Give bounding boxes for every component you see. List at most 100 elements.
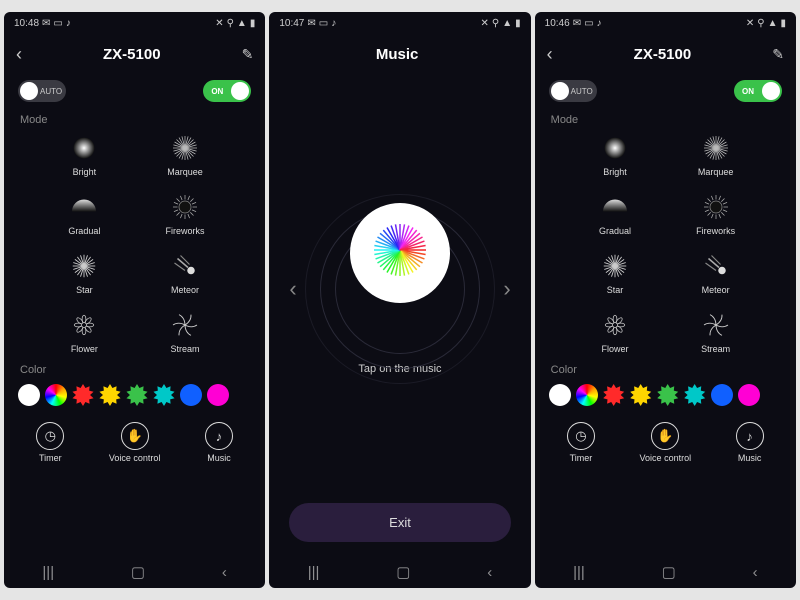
color-swatch[interactable] bbox=[630, 384, 652, 406]
color-swatch[interactable] bbox=[126, 384, 148, 406]
mode-bright[interactable]: Bright bbox=[34, 128, 135, 181]
battery-icon: ▮ bbox=[250, 18, 256, 29]
status-bar: 10:48✉▭♪ ✕⚲▲▮ bbox=[4, 12, 265, 34]
color-swatch[interactable] bbox=[180, 384, 202, 406]
auto-label: AUTO bbox=[40, 87, 62, 96]
color-swatch[interactable] bbox=[603, 384, 625, 406]
action-label: Voice control bbox=[109, 453, 161, 463]
stream-icon bbox=[169, 309, 201, 341]
mode-label: Marquee bbox=[698, 167, 734, 177]
meteor-icon bbox=[700, 250, 732, 282]
action-label: Voice control bbox=[640, 453, 692, 463]
mode-marquee[interactable]: Marquee bbox=[135, 128, 236, 181]
recent-apps-icon[interactable]: ||| bbox=[42, 564, 54, 581]
battery-icon: ▮ bbox=[515, 18, 521, 29]
color-swatch[interactable] bbox=[45, 384, 67, 406]
clock: 10:48 bbox=[14, 18, 39, 29]
color-section-label: Color bbox=[4, 358, 265, 378]
action-timer[interactable]: ◷ Timer bbox=[36, 422, 64, 463]
mode-fireworks[interactable]: Fireworks bbox=[665, 187, 766, 240]
auto-toggle[interactable]: AUTO bbox=[18, 80, 66, 102]
power-toggle[interactable]: ON bbox=[734, 80, 782, 102]
action-clap[interactable]: ✋ Voice control bbox=[109, 422, 161, 463]
mode-marquee[interactable]: Marquee bbox=[665, 128, 766, 181]
mode-section-label: Mode bbox=[4, 108, 265, 128]
gradual-icon bbox=[68, 191, 100, 223]
back-icon[interactable]: ‹ bbox=[16, 44, 22, 65]
color-swatch[interactable] bbox=[153, 384, 175, 406]
action-label: Timer bbox=[570, 453, 593, 463]
color-swatch[interactable] bbox=[738, 384, 760, 406]
auto-toggle[interactable]: AUTO bbox=[549, 80, 597, 102]
action-timer[interactable]: ◷ Timer bbox=[567, 422, 595, 463]
power-toggle[interactable]: ON bbox=[203, 80, 251, 102]
bright-icon bbox=[68, 132, 100, 164]
marquee-icon bbox=[169, 132, 201, 164]
prev-icon[interactable]: ‹ bbox=[289, 276, 296, 302]
mode-gradual[interactable]: Gradual bbox=[565, 187, 666, 240]
clap-icon: ✋ bbox=[121, 422, 149, 450]
back-icon[interactable]: ‹ bbox=[547, 44, 553, 65]
action-note[interactable]: ♪ Music bbox=[736, 422, 764, 463]
back-nav-icon[interactable]: ‹ bbox=[487, 564, 492, 581]
mode-bright[interactable]: Bright bbox=[565, 128, 666, 181]
android-nav: ||| ▢ ‹ bbox=[4, 556, 265, 588]
color-swatch[interactable] bbox=[576, 384, 598, 406]
mode-meteor[interactable]: Meteor bbox=[135, 246, 236, 299]
color-swatch[interactable] bbox=[207, 384, 229, 406]
meteor-icon bbox=[169, 250, 201, 282]
action-note[interactable]: ♪ Music bbox=[205, 422, 233, 463]
mode-label: Meteor bbox=[171, 285, 199, 295]
battery-icon: ▮ bbox=[780, 18, 786, 29]
mode-label: Star bbox=[607, 285, 624, 295]
auto-label: AUTO bbox=[571, 87, 593, 96]
music-visualizer[interactable] bbox=[350, 203, 450, 303]
home-icon[interactable]: ▢ bbox=[396, 563, 410, 581]
stream-icon bbox=[700, 309, 732, 341]
page-title: ZX-5100 bbox=[103, 46, 161, 63]
home-icon[interactable]: ▢ bbox=[662, 563, 676, 581]
color-swatch[interactable] bbox=[99, 384, 121, 406]
mode-section-label: Mode bbox=[535, 108, 796, 128]
edit-icon[interactable]: ✎ bbox=[242, 46, 254, 63]
color-swatch[interactable] bbox=[657, 384, 679, 406]
color-swatch[interactable] bbox=[684, 384, 706, 406]
flower-icon bbox=[599, 309, 631, 341]
timer-icon: ◷ bbox=[567, 422, 595, 450]
back-nav-icon[interactable]: ‹ bbox=[222, 564, 227, 581]
timer-icon: ◷ bbox=[36, 422, 64, 450]
page-title: Music bbox=[376, 46, 419, 63]
back-nav-icon[interactable]: ‹ bbox=[753, 564, 758, 581]
action-clap[interactable]: ✋ Voice control bbox=[640, 422, 692, 463]
on-label: ON bbox=[742, 87, 754, 96]
fireworks-icon bbox=[700, 191, 732, 223]
mode-fireworks[interactable]: Fireworks bbox=[135, 187, 236, 240]
recent-apps-icon[interactable]: ||| bbox=[308, 564, 320, 581]
exit-button[interactable]: Exit bbox=[289, 503, 510, 542]
home-icon[interactable]: ▢ bbox=[131, 563, 145, 581]
mode-label: Meteor bbox=[702, 285, 730, 295]
next-icon[interactable]: › bbox=[503, 276, 510, 302]
mode-flower[interactable]: Flower bbox=[565, 305, 666, 358]
on-label: ON bbox=[211, 87, 223, 96]
mode-star[interactable]: Star bbox=[565, 246, 666, 299]
color-swatch[interactable] bbox=[549, 384, 571, 406]
mode-label: Fireworks bbox=[696, 226, 735, 236]
mode-flower[interactable]: Flower bbox=[34, 305, 135, 358]
mode-label: Gradual bbox=[599, 226, 631, 236]
edit-icon[interactable]: ✎ bbox=[772, 46, 784, 63]
recent-apps-icon[interactable]: ||| bbox=[573, 564, 585, 581]
mode-stream[interactable]: Stream bbox=[665, 305, 766, 358]
action-label: Music bbox=[207, 453, 231, 463]
color-swatch[interactable] bbox=[72, 384, 94, 406]
mode-gradual[interactable]: Gradual bbox=[34, 187, 135, 240]
mode-stream[interactable]: Stream bbox=[135, 305, 236, 358]
mode-star[interactable]: Star bbox=[34, 246, 135, 299]
mode-label: Stream bbox=[170, 344, 199, 354]
mode-label: Bright bbox=[603, 167, 627, 177]
mode-meteor[interactable]: Meteor bbox=[665, 246, 766, 299]
color-swatch[interactable] bbox=[711, 384, 733, 406]
android-nav: ||| ▢ ‹ bbox=[535, 556, 796, 588]
action-label: Music bbox=[738, 453, 762, 463]
color-swatch[interactable] bbox=[18, 384, 40, 406]
